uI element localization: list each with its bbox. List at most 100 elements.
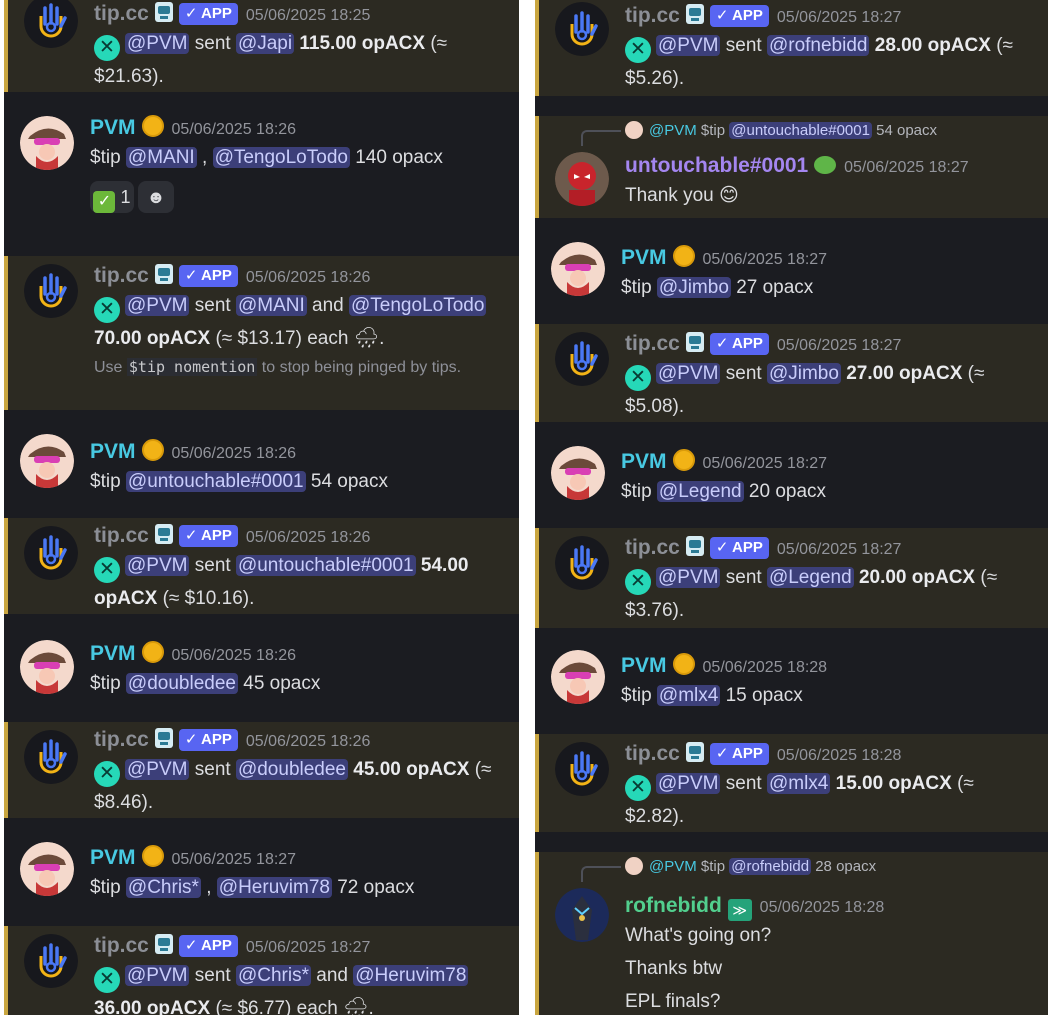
author-name[interactable]: PVM xyxy=(90,642,136,665)
mention[interactable]: @PVM xyxy=(125,965,190,986)
tip-amount: 28.00 opACX xyxy=(874,35,991,56)
message-text: , xyxy=(196,147,213,168)
mention[interactable]: @Japi xyxy=(235,33,295,54)
mention[interactable]: @TengoLoTodo xyxy=(349,295,487,316)
pvm-avatar[interactable] xyxy=(20,640,74,694)
author-name[interactable]: tip.cc xyxy=(625,742,680,765)
mention[interactable]: @PVM xyxy=(656,567,721,588)
bot-avatar[interactable] xyxy=(24,934,78,988)
pvm-avatar[interactable] xyxy=(551,650,605,704)
mention[interactable]: @untouchable#0001 xyxy=(125,471,306,492)
pvm-avatar[interactable] xyxy=(551,242,605,296)
author-name[interactable]: tip.cc xyxy=(625,332,680,355)
usd-value: (≈ $13.17) each xyxy=(215,328,349,349)
author-name[interactable]: tip.cc xyxy=(94,2,149,25)
mention[interactable]: @TengoLoTodo xyxy=(212,147,350,168)
mention[interactable]: @Heruvim78 xyxy=(353,965,469,986)
mention[interactable]: @MANI xyxy=(235,295,307,316)
user-message: PVM 05/06/2025 18:26 $tip @untouchable#00… xyxy=(4,410,519,518)
app-badge: ✓ APP xyxy=(709,5,769,27)
hint-code: $tip nomention xyxy=(126,358,258,376)
pvm-avatar[interactable] xyxy=(551,446,605,500)
timestamp: 05/06/2025 18:26 xyxy=(171,445,297,462)
mention[interactable]: @Chris* xyxy=(125,877,201,898)
mention[interactable]: @doubledee xyxy=(235,759,348,780)
author-name[interactable]: PVM xyxy=(90,116,136,139)
separator xyxy=(535,832,1048,852)
message-text: (≈ xyxy=(430,33,448,54)
pvm-avatar[interactable] xyxy=(20,842,74,896)
author-name[interactable]: PVM xyxy=(621,654,667,677)
bot-avatar[interactable] xyxy=(24,526,78,580)
mention[interactable]: @untouchable#0001 xyxy=(235,555,416,576)
mention[interactable]: @PVM xyxy=(125,759,190,780)
reply-preview[interactable]: @PVM $tip @rofnebidd 28 opacx xyxy=(625,856,876,878)
message-text: (≈ xyxy=(980,567,998,588)
untouchable-avatar[interactable] xyxy=(555,152,609,206)
reply-text: $tip xyxy=(700,122,726,139)
user-message: PVM 05/06/2025 18:26 $tip @doubledee 45 o… xyxy=(4,614,519,722)
mention[interactable]: @MANI xyxy=(125,147,197,168)
reply-message: @PVM $tip @rofnebidd 28 opacx rofnebidd … xyxy=(535,852,1048,1015)
reply-author: @PVM xyxy=(649,122,697,139)
mention[interactable]: @mlx4 xyxy=(656,685,721,706)
reaction-check[interactable]: ✓ 1 xyxy=(90,181,134,213)
bot-avatar[interactable] xyxy=(24,0,78,48)
message-text: EPL finals? xyxy=(625,991,721,1012)
tip-amount: 27.00 opACX xyxy=(846,363,963,384)
message-text: and xyxy=(316,965,348,986)
bot-avatar[interactable] xyxy=(24,264,78,318)
mention[interactable]: @mlx4 xyxy=(766,773,831,794)
tip-command: $tip xyxy=(621,277,652,298)
mention[interactable]: @rofnebidd xyxy=(766,35,870,56)
rofnebidd-avatar[interactable] xyxy=(555,888,609,942)
message-text: sent xyxy=(194,759,231,780)
mention[interactable]: @PVM xyxy=(125,555,190,576)
mention[interactable]: @Chris* xyxy=(235,965,311,986)
bot-avatar[interactable] xyxy=(24,730,78,784)
gold-coin-icon xyxy=(141,641,164,663)
bot-avatar[interactable] xyxy=(555,742,609,796)
opacx-token-icon: ✕ xyxy=(94,761,120,787)
mention[interactable]: @Jimbo xyxy=(766,363,841,384)
opacx-token-icon: ✕ xyxy=(94,557,120,583)
mention[interactable]: @PVM xyxy=(656,773,721,794)
author-name[interactable]: tip.cc xyxy=(625,536,680,559)
mention[interactable]: @rofnebidd xyxy=(729,858,812,875)
mention[interactable]: @doubledee xyxy=(125,673,238,694)
author-name[interactable]: tip.cc xyxy=(94,728,149,751)
author-name[interactable]: tip.cc xyxy=(94,524,149,547)
mention[interactable]: @PVM xyxy=(656,363,721,384)
app-badge: ✓ APP xyxy=(178,3,238,25)
pvm-avatar[interactable] xyxy=(20,116,74,170)
tip-amount: 20.00 opACX xyxy=(858,567,976,588)
author-name[interactable]: rofnebidd xyxy=(625,894,722,917)
mention[interactable]: @PVM xyxy=(125,33,190,54)
author-name[interactable]: untouchable#0001 xyxy=(625,154,808,177)
tipcc-hand-icon xyxy=(555,332,609,386)
message-text: (≈ xyxy=(996,35,1013,56)
mention[interactable]: @Heruvim78 xyxy=(216,877,332,898)
mention[interactable]: @Legend xyxy=(766,567,854,588)
pvm-avatar[interactable] xyxy=(20,434,74,488)
mention[interactable]: @PVM xyxy=(656,35,721,56)
mention[interactable]: @PVM xyxy=(125,295,190,316)
mention[interactable]: @untouchable#0001 xyxy=(729,122,872,139)
bot-avatar[interactable] xyxy=(555,332,609,386)
bot-avatar[interactable] xyxy=(555,536,609,590)
author-name[interactable]: PVM xyxy=(90,440,136,463)
author-name[interactable]: PVM xyxy=(621,246,667,269)
author-name[interactable]: tip.cc xyxy=(94,934,149,957)
user-message: PVM 05/06/2025 18:28 $tip @mlx4 15 opacx xyxy=(535,628,1048,734)
reply-preview[interactable]: @PVM $tip @untouchable#0001 54 opacx xyxy=(625,120,937,142)
message-text: and xyxy=(312,295,344,316)
author-name[interactable]: tip.cc xyxy=(94,264,149,287)
mention[interactable]: @Jimbo xyxy=(656,277,731,298)
mention[interactable]: @Legend xyxy=(656,481,744,502)
author-name[interactable]: tip.cc xyxy=(625,4,680,27)
author-name[interactable]: PVM xyxy=(90,846,136,869)
bot-avatar[interactable] xyxy=(555,2,609,56)
add-reaction-button[interactable]: ☻ xyxy=(138,181,174,213)
verified-bot-icon xyxy=(153,1,175,23)
author-name[interactable]: PVM xyxy=(621,450,667,473)
